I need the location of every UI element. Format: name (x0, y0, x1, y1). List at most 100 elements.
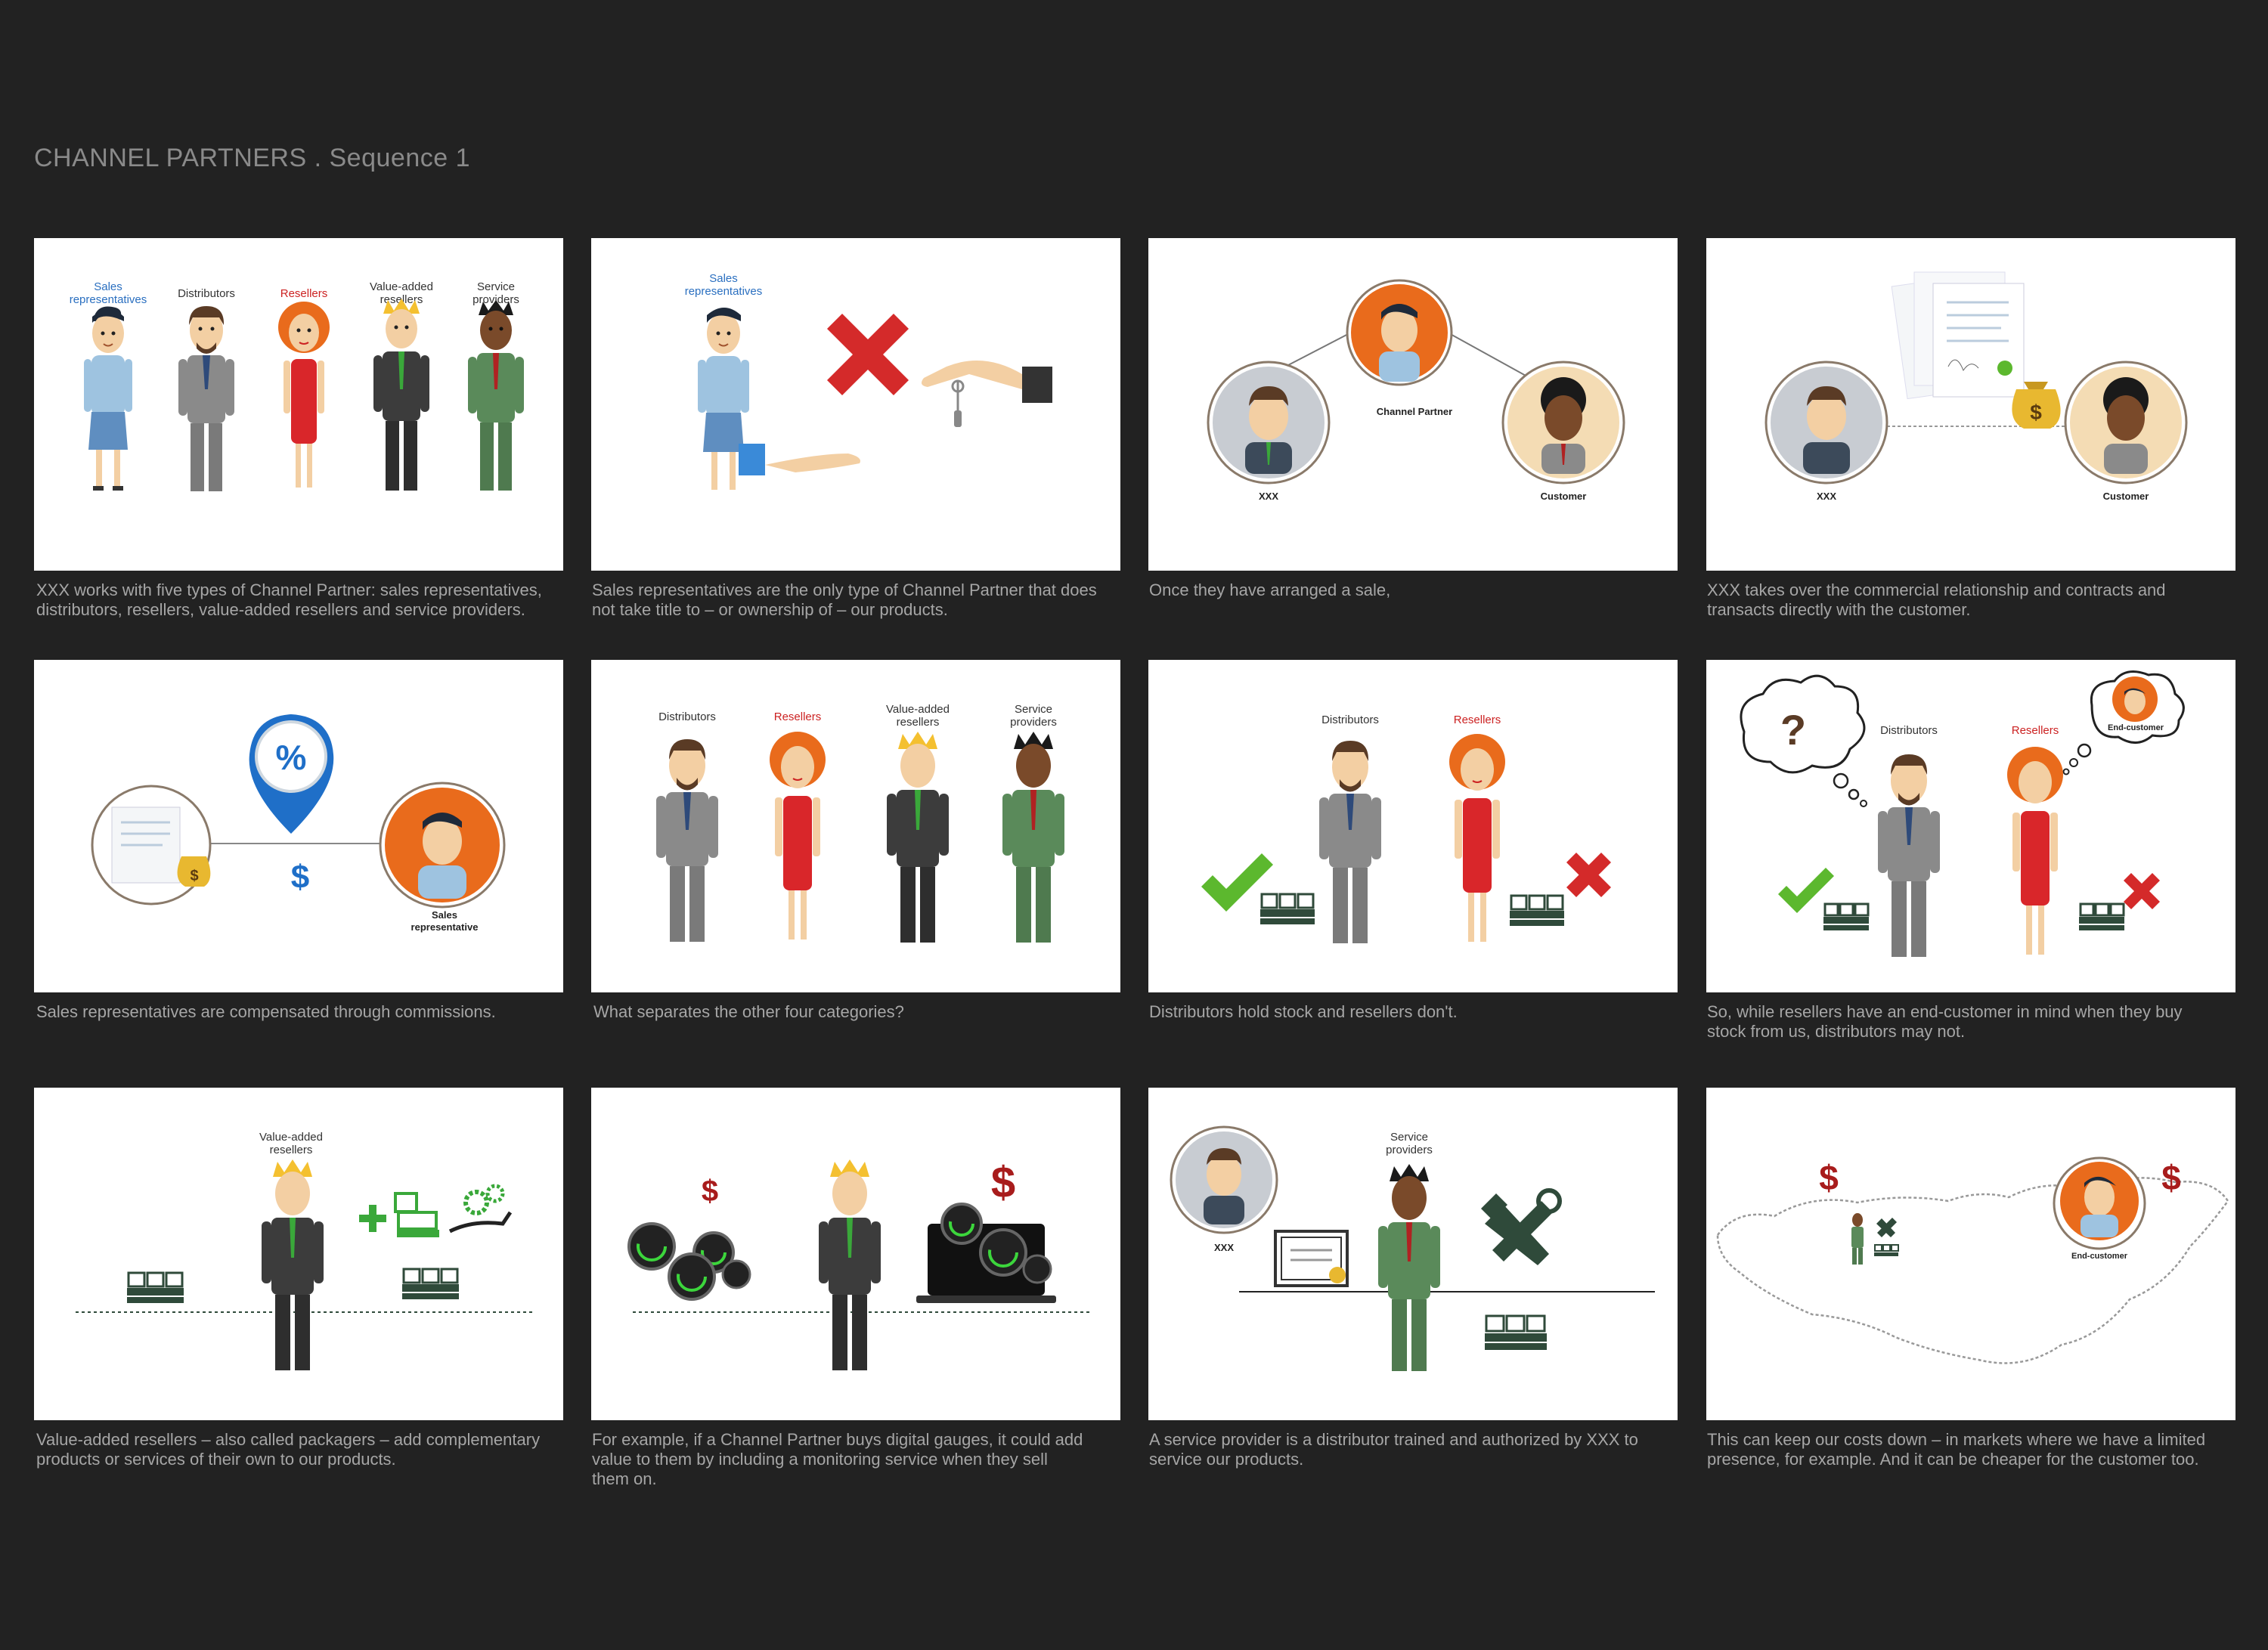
storyboard-panel-4[interactable]: $ XXX Customer (1706, 238, 2235, 571)
contract-documents-icon (1891, 271, 2025, 400)
caption-3-line-1: Once they have arranged a sale, (1149, 580, 1391, 599)
label-resellers: Resellers (774, 710, 822, 723)
stock-pallet-icon (1260, 893, 1315, 924)
dollar-sign: $ (2161, 1158, 2181, 1197)
reseller-figure (2007, 747, 2063, 955)
panel-5-illustration: $ % $ Sales representative (91, 714, 506, 933)
value-added-reseller-figure (819, 1159, 881, 1370)
stock-pallet-icon (2079, 902, 2125, 930)
caption-8: So, while resellers have an end-customer… (1707, 1002, 2244, 1042)
certificate-icon (1274, 1230, 1349, 1287)
xxx-avatar (1207, 361, 1331, 484)
caption-10-line-2: value to them by including a monitoring … (592, 1450, 1048, 1469)
add-services-icon (359, 1184, 513, 1237)
stock-pallet-icon (127, 1271, 184, 1303)
service-provider-small-figure (1851, 1213, 1864, 1265)
caption-12: This can keep our costs down – in market… (1707, 1430, 2244, 1469)
label-resellers: Resellers (2012, 724, 2059, 737)
stock-small-icon (1874, 1244, 1899, 1256)
svg-text:$: $ (190, 868, 198, 884)
stock-pallet-icon (1485, 1314, 1547, 1350)
storyboard-panel-12[interactable]: $ $ End-customer (1706, 1088, 2235, 1420)
storyboard-panel-3[interactable]: Channel Partner XXX Customer (1148, 238, 1678, 571)
label-value-added-resellers-line-2: resellers (270, 1144, 313, 1156)
label-service-providers-line-1: Service (477, 280, 515, 293)
caption-9-line-1: Value-added resellers – also called pack… (36, 1430, 541, 1449)
label-sales-representatives-line-2: representatives (70, 293, 147, 306)
panel-4-illustration: $ XXX Customer (1765, 271, 2188, 502)
laptop-monitoring-icon (916, 1203, 1056, 1303)
label-service-providers-line-1: Service (1015, 703, 1052, 716)
caption-4-line-2: transacts directly with the customer. (1707, 600, 1971, 619)
panel-2-illustration: Sales representatives (685, 272, 1052, 490)
distributor-figure (1878, 754, 1940, 957)
value-added-reseller-figure (373, 299, 429, 491)
tools-icon (1481, 1188, 1562, 1265)
distributor-figure (178, 306, 234, 491)
customer-avatar (1501, 361, 1625, 484)
caption-2: Sales representatives are the only type … (592, 580, 1129, 620)
storyboard-panel-10[interactable]: $ $ (591, 1088, 1120, 1420)
label-sales-representatives-line-1: Sales (94, 280, 122, 293)
label-sales-representatives-line-1: Sales (709, 272, 738, 285)
xxx-avatar (1765, 361, 1888, 484)
caption-5-line-1: Sales representatives are compensated th… (36, 1002, 496, 1021)
contract-avatar: $ (91, 785, 212, 905)
panel-10-illustration: $ $ (627, 1158, 1090, 1370)
caption-1-line-1: XXX works with five types of Channel Par… (36, 580, 542, 599)
panel-1-illustration: Sales representatives Distributors Resel… (70, 280, 524, 491)
dollar-sign: $ (991, 1158, 1015, 1207)
caption-1-line-2: distributors, resellers, value-added res… (36, 600, 525, 619)
storyboard-panel-9[interactable]: Value-added resellers (34, 1088, 563, 1420)
label-channel-partner: Channel Partner (1377, 406, 1452, 417)
label-distributors: Distributors (178, 287, 235, 300)
service-provider-figure (1378, 1164, 1440, 1371)
channel-partner-avatar (1346, 279, 1453, 386)
label-value-added-resellers-line-1: Value-added (259, 1131, 323, 1144)
market-map-outline (1716, 1177, 2229, 1364)
percent-symbol: % (276, 738, 307, 777)
panel-8-illustration: ? Distributors Resellers End-customer (1740, 670, 2185, 957)
storyboard-panel-11[interactable]: XXX Service providers (1148, 1088, 1678, 1420)
page-title: CHANNEL PARTNERS . Sequence 1 (34, 144, 470, 172)
service-provider-figure (468, 300, 524, 491)
label-sales-representatives-line-2: representatives (685, 285, 763, 298)
label-xxx: XXX (1259, 491, 1278, 502)
storyboard-panel-2[interactable]: Sales representatives (591, 238, 1120, 571)
label-end-customer: End-customer (2071, 1252, 2128, 1261)
panel-6-illustration: Distributors Resellers Value-added resel… (656, 703, 1064, 943)
caption-9: Value-added resellers – also called pack… (36, 1430, 573, 1469)
caption-12-line-1: This can keep our costs down – in market… (1707, 1430, 2206, 1449)
label-distributors: Distributors (658, 710, 716, 723)
caption-2-line-1: Sales representatives are the only type … (592, 580, 1097, 599)
storyboard-panel-5[interactable]: $ % $ Sales representative (34, 660, 563, 992)
caption-7-line-1: Distributors hold stock and resellers do… (1149, 1002, 1458, 1021)
dollar-sign: $ (291, 859, 309, 896)
panel-7-illustration: Distributors Resellers (1201, 714, 1611, 943)
tools-small-icon (1876, 1218, 1897, 1237)
sales-representative-avatar (379, 782, 506, 909)
label-resellers: Resellers (280, 287, 328, 300)
storyboard-panel-1[interactable]: Sales representatives Distributors Resel… (34, 238, 563, 571)
caption-4-line-1: XXX takes over the commercial relationsh… (1707, 580, 2166, 599)
stock-pallet-icon (1823, 902, 1870, 930)
caption-6-line-1: What separates the other four categories… (593, 1002, 904, 1021)
storyboard-panel-6[interactable]: Distributors Resellers Value-added resel… (591, 660, 1120, 992)
caption-5: Sales representatives are compensated th… (36, 1002, 573, 1022)
caption-8-line-2: stock from us, distributors may not. (1707, 1022, 1966, 1041)
storyboard-panel-8[interactable]: ? Distributors Resellers End-customer (1706, 660, 2235, 992)
caption-6: What separates the other four categories… (593, 1002, 1130, 1022)
end-customer-avatar (2053, 1156, 2146, 1250)
caption-12-line-2: presence, for example. And it can be che… (1707, 1450, 2199, 1469)
dollar-sign: $ (702, 1175, 718, 1208)
digital-gauges-icon (627, 1222, 751, 1301)
reseller-figure (770, 732, 826, 940)
percent-pin-icon: % (249, 714, 334, 834)
caption-4: XXX takes over the commercial relationsh… (1707, 580, 2244, 620)
reseller-figure (278, 302, 330, 488)
label-value-added-resellers-line-1: Value-added (370, 280, 433, 293)
caption-9-line-2: products or services of their own to our… (36, 1450, 396, 1469)
svg-text:$: $ (2030, 401, 2042, 424)
storyboard-panel-7[interactable]: Distributors Resellers (1148, 660, 1678, 992)
panel-12-illustration: $ $ End-customer (1716, 1156, 2229, 1364)
